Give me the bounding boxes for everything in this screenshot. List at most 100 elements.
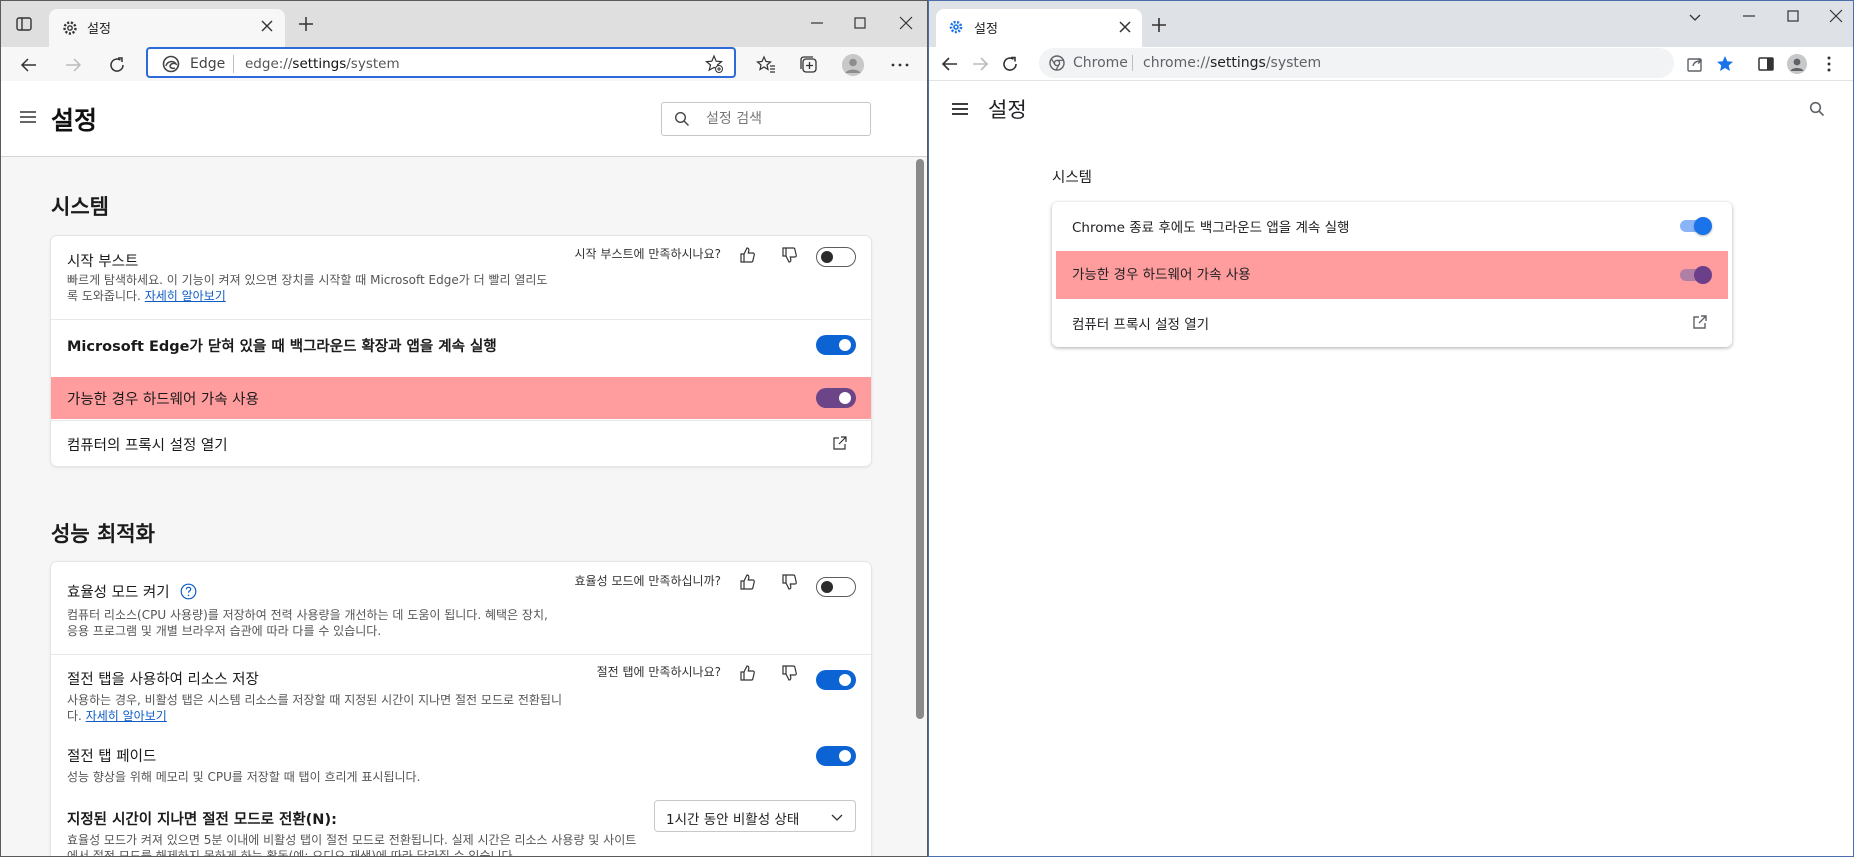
setting-row-proxy[interactable]: 컴퓨터 프록시 설정 열기 [1052,300,1732,347]
minimize-icon[interactable] [1739,6,1759,26]
toggle-knob [821,251,833,263]
chrome-tab-settings[interactable]: 설정 [936,9,1142,47]
thumbs-up-icon[interactable] [738,573,756,591]
new-tab-icon[interactable] [1151,17,1167,33]
profile-avatar-icon[interactable] [1787,54,1807,74]
page-title: 설정 [51,106,98,135]
tab-title: 설정 [87,22,111,37]
edge-window: 설정 Edge edge://settings/system 설정 설정 검색 … [0,0,928,857]
toggle-knob [839,392,851,404]
sleeping-tabs-learn-more-link[interactable]: 자세히 알아보기 [86,709,167,723]
efficiency-mode-toggle[interactable] [816,577,856,597]
forward-icon[interactable] [971,55,989,73]
more-options-icon[interactable] [1819,54,1839,74]
sleeping-tabs-toggle[interactable] [816,670,856,690]
chrome-address-bar: Chrome chrome://settings/system [929,47,1853,81]
search-icon[interactable] [1809,101,1825,117]
settings-search-box[interactable] [661,102,871,136]
thumbs-down-icon[interactable] [780,573,798,591]
maximize-icon[interactable] [1783,6,1803,26]
sleeping-tab-fade-title: 절전 탭 페이드 [67,749,157,765]
background-apps-title: Microsoft Edge가 닫혀 있을 때 백그라운드 확장과 앱을 계속 … [67,339,497,355]
url-separator [233,55,234,73]
thumbs-down-icon[interactable] [780,664,798,682]
profile-avatar-icon[interactable] [842,54,864,76]
external-link-icon[interactable] [1692,314,1708,330]
tab-actions-icon[interactable] [15,15,33,33]
setting-row-sleeping-tabs: 절전 탭을 사용하여 리소스 저장 사용하는 경우, 비활성 탭은 시스템 리소… [51,655,871,730]
back-icon[interactable] [941,55,959,73]
setting-row-background-apps: Microsoft Edge가 닫혀 있을 때 백그라운드 확장과 앱을 계속 … [51,320,871,370]
thumbs-down-icon[interactable] [780,246,798,264]
tab-search-chevron-icon[interactable] [1685,7,1705,27]
help-icon[interactable] [180,583,197,600]
edge-url-field[interactable]: Edge edge://settings/system [146,47,736,78]
close-tab-icon[interactable] [259,18,275,34]
chrome-url-field[interactable]: Chrome chrome://settings/system [1039,48,1674,78]
favorites-icon[interactable] [755,54,777,76]
maximize-icon[interactable] [850,13,870,33]
side-panel-icon[interactable] [1756,54,1776,74]
startup-boost-learn-more-link[interactable]: 자세히 알아보기 [145,289,226,303]
sleep-timeout-desc: 효율성 모드가 켜져 있으면 5분 이내에 비활성 탭이 절전 모드로 전환됩니… [67,833,637,857]
toggle-knob [839,750,851,762]
back-icon[interactable] [19,55,39,75]
minimize-icon[interactable] [807,13,827,33]
setting-row-startup-boost: 시작 부스트 빠르게 탐색하세요. 이 기능이 켜져 있으면 장치를 시작할 때… [51,236,871,319]
bookmark-star-icon[interactable] [1715,54,1735,74]
section-title-performance: 성능 최적화 [51,522,155,546]
startup-boost-desc-text: 빠르게 탐색하세요. 이 기능이 켜져 있으면 장치를 시작할 때 Micros… [67,273,548,303]
close-window-icon[interactable] [896,13,916,33]
edge-tab-bar: 설정 [1,1,927,47]
url-path: edge://settings/system [245,56,400,72]
efficiency-mode-title: 효율성 모드 켜기 [67,581,197,602]
background-apps-toggle[interactable] [1680,217,1712,235]
url-brand: Chrome [1073,55,1128,71]
startup-boost-feedback-question: 시작 부스트에 만족하시나요? [574,247,721,261]
chrome-window: 설정 Chrome chrome://settings/system 설정 시스… [928,0,1854,857]
sleeping-tabs-desc: 사용하는 경우, 비활성 탭은 시스템 리소스를 저장할 때 지정된 시간이 지… [67,692,567,724]
share-icon[interactable] [1685,54,1705,74]
startup-boost-title: 시작 부스트 [67,254,139,270]
close-window-icon[interactable] [1826,6,1846,26]
url-rest: /system [346,56,400,72]
gear-icon [63,21,77,35]
chrome-tab-bar: 설정 [929,1,1853,47]
settings-search-input[interactable] [706,109,856,129]
thumbs-up-icon[interactable] [738,246,756,264]
sleeping-tabs-feedback-question: 절전 탭에 만족하시나요? [596,665,721,679]
performance-settings-card: 효율성 모드 켜기 컴퓨터 리소스(CPU 사용량)를 저장하여 전력 사용량을… [51,562,871,857]
sleeping-tab-fade-toggle[interactable] [816,746,856,766]
sleep-timeout-dropdown[interactable]: 1시간 동안 비활성 상태 [654,800,856,832]
new-tab-icon[interactable] [297,15,315,33]
more-options-icon[interactable] [889,54,911,76]
section-title-system: 시스템 [51,195,109,219]
hardware-acceleration-toggle[interactable] [1680,266,1712,284]
system-settings-card: Chrome 종료 후에도 백그라운드 앱을 계속 실행 가능한 경우 하드웨어… [1052,202,1732,347]
sleeping-tab-fade-desc: 성능 향상을 위해 메모리 및 CPU를 저장할 때 탭이 흐리게 표시됩니다. [67,770,421,784]
startup-boost-toggle[interactable] [816,247,856,267]
edge-scrollbar-thumb[interactable] [916,159,924,719]
external-link-icon[interactable] [832,435,848,451]
setting-row-efficiency-mode: 효율성 모드 켜기 컴퓨터 리소스(CPU 사용량)를 저장하여 전력 사용량을… [51,562,871,654]
url-path: chrome://settings/system [1143,55,1321,71]
url-scheme: edge:// [245,56,293,72]
add-favorite-icon[interactable] [704,54,724,74]
thumbs-up-icon[interactable] [738,664,756,682]
background-apps-toggle[interactable] [816,335,856,355]
setting-row-hardware-acceleration: 가능한 경우 하드웨어 가속 사용 [51,377,871,419]
setting-row-proxy[interactable]: 컴퓨터의 프록시 설정 열기 [51,421,871,466]
efficiency-mode-desc: 컴퓨터 리소스(CPU 사용량)를 저장하여 전력 사용량을 개선하는 데 도움… [67,608,548,638]
edge-tab-settings[interactable]: 설정 [49,9,285,47]
collections-icon[interactable] [798,54,820,76]
refresh-icon[interactable] [1001,55,1019,73]
edge-logo-icon [162,55,180,73]
hamburger-menu-icon[interactable] [951,102,969,116]
close-tab-icon[interactable] [1118,20,1132,34]
forward-icon[interactable] [63,55,83,75]
toggle-knob [1694,217,1712,235]
hardware-acceleration-toggle[interactable] [816,388,856,408]
hamburger-menu-icon[interactable] [19,109,37,125]
refresh-icon[interactable] [107,55,127,75]
section-title-system: 시스템 [1052,170,1093,186]
